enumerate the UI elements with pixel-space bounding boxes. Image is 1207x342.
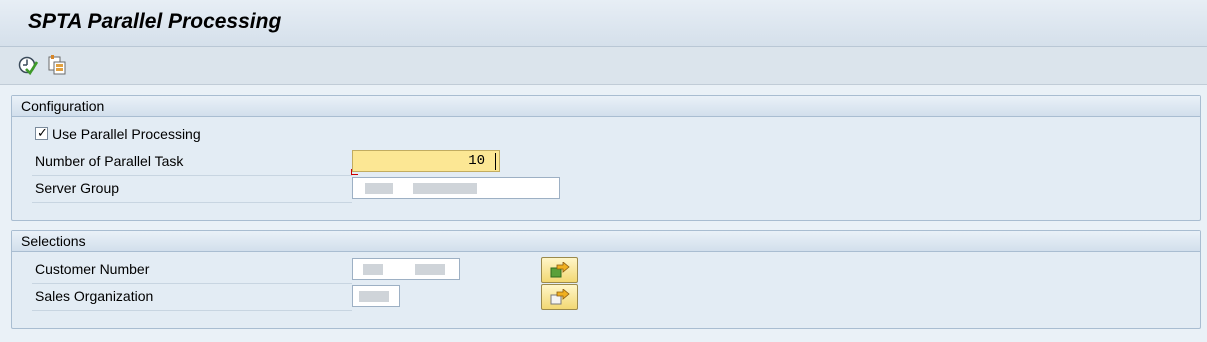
application-toolbar	[0, 47, 1207, 85]
selections-group: Selections Customer Number Sales Organiz…	[11, 230, 1201, 329]
execute-clock-check-icon	[18, 56, 39, 76]
redacted-block	[365, 183, 393, 194]
get-variant-icon	[48, 55, 66, 75]
parallel-task-row: Number of Parallel Task	[32, 148, 352, 176]
get-variant-button[interactable]	[46, 54, 68, 76]
configuration-heading: Configuration	[12, 96, 1200, 117]
parallel-task-value: 10	[468, 153, 485, 169]
required-field-marker	[351, 169, 358, 175]
redacted-block	[359, 291, 389, 302]
customer-number-row: Customer Number	[32, 256, 352, 284]
server-group-label: Server Group	[35, 180, 120, 196]
use-parallel-checkbox[interactable]: ✓	[35, 125, 48, 140]
configuration-group: Configuration ✓ Use Parallel Processing …	[11, 95, 1201, 221]
sales-organization-label: Sales Organization	[35, 288, 154, 304]
sales-organization-input[interactable]	[352, 285, 400, 307]
redacted-block	[413, 183, 477, 194]
parallel-task-input[interactable]: 10	[351, 150, 500, 175]
multiple-selection-arrow-icon	[550, 289, 570, 305]
title-bar: SPTA Parallel Processing	[0, 0, 1207, 47]
use-parallel-label: Use Parallel Processing	[52, 126, 201, 142]
customer-number-input[interactable]	[352, 258, 460, 280]
sales-organization-row: Sales Organization	[32, 283, 352, 311]
redacted-block	[415, 264, 445, 275]
checkmark-icon: ✓	[37, 125, 48, 140]
sales-org-multiple-selection-button[interactable]	[541, 284, 578, 310]
server-group-input[interactable]	[352, 177, 560, 199]
text-cursor	[495, 153, 496, 170]
multiple-selection-arrow-icon	[550, 262, 570, 278]
selections-heading: Selections	[12, 231, 1200, 252]
redacted-block	[363, 264, 383, 275]
execute-button[interactable]	[17, 54, 39, 76]
server-group-row: Server Group	[32, 175, 352, 203]
customer-number-label: Customer Number	[35, 261, 150, 277]
page-title: SPTA Parallel Processing	[28, 10, 282, 33]
customer-multiple-selection-button[interactable]	[541, 257, 578, 283]
use-parallel-row: ✓ Use Parallel Processing	[32, 121, 352, 148]
parallel-task-label: Number of Parallel Task	[35, 153, 184, 169]
